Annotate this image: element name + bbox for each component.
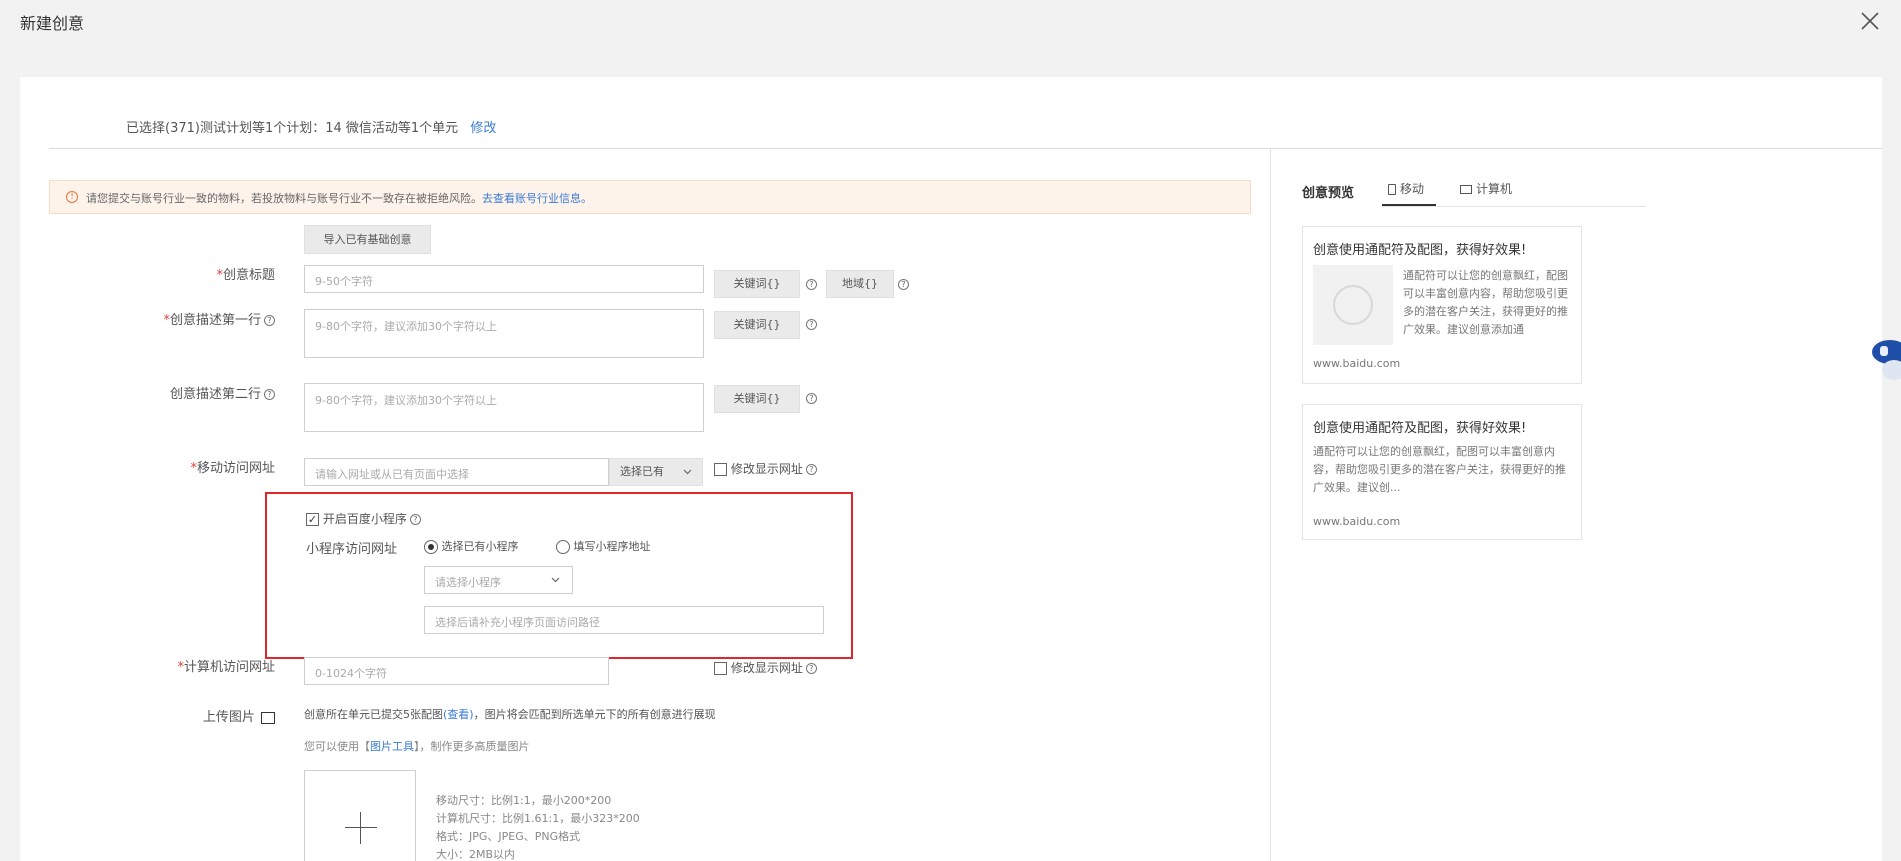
help-icon[interactable]: ?: [806, 393, 817, 404]
mobile-url-select[interactable]: 选择已有: [609, 458, 703, 486]
edit-selection-link[interactable]: 修改: [470, 121, 496, 136]
pc-url-label: *计算机访问网址: [177, 660, 275, 675]
industry-warning: ! 请您提交与账号行业一致的物料，若投放物料与账号行业不一致存在被拒绝风险。去查…: [49, 180, 1251, 214]
preview-tabs-line: [1382, 206, 1646, 207]
mini-program-path-input[interactable]: 选择后请补充小程序页面访问路径: [424, 606, 824, 634]
view-images-link[interactable]: (查看): [443, 708, 474, 721]
import-creative-button[interactable]: 导入已有基础创意: [304, 225, 431, 254]
active-tab-indicator: [1382, 204, 1436, 206]
image-help-icon[interactable]: [261, 711, 275, 724]
desc2-label: 创意描述第二行?: [45, 383, 275, 402]
radio-existing-mini-program[interactable]: 选择已有小程序: [424, 538, 519, 554]
help-icon[interactable]: ?: [806, 319, 817, 330]
radio-off[interactable]: [556, 540, 570, 554]
radio-on[interactable]: [424, 540, 438, 554]
mini-program-select[interactable]: 请选择小程序: [424, 566, 573, 594]
spec-size: 大小：2MB以内: [436, 848, 516, 861]
mini-program-checkbox[interactable]: [306, 513, 319, 526]
close-icon[interactable]: [1859, 10, 1881, 32]
chevron-down-icon: [683, 469, 692, 475]
tab-mobile[interactable]: 移动: [1388, 180, 1424, 197]
spec-mobile: 移动尺寸：比例1:1，最小200*200: [436, 794, 612, 807]
help-icon[interactable]: ?: [264, 389, 275, 400]
placeholder-image: [1313, 265, 1393, 345]
monitor-icon: [1460, 185, 1472, 194]
preview-card-url: www.baidu.com: [1313, 515, 1401, 528]
help-icon[interactable]: ?: [898, 279, 909, 290]
help-icon[interactable]: ?: [805, 663, 817, 674]
mini-program-toggle[interactable]: 开启百度小程序?: [306, 510, 421, 527]
help-icon[interactable]: ?: [264, 315, 275, 326]
help-icon[interactable]: ?: [806, 279, 817, 290]
selection-summary: 已选择(371)测试计划等1个计划：14 微信活动等1个单元 修改: [126, 117, 496, 136]
divider-vertical: [1270, 149, 1271, 861]
preview-card-desc: 通配符可以让您的创意飘红，配图可以丰富创意内容，帮助您吸引更多的潜在客户关注，获…: [1403, 269, 1568, 336]
modify-display-checkbox[interactable]: [714, 463, 727, 476]
desc1-keyword-button[interactable]: 关键词{}: [714, 311, 800, 339]
title-label: *创意标题: [216, 268, 275, 283]
preview-card-desc: 通配符可以让您的创意飘红，配图可以丰富创意内容，帮助您吸引更多的潜在客户关注，获…: [1313, 445, 1566, 494]
preview-card-text: 创意使用通配符及配图，获得好效果! 通配符可以让您的创意飘红，配图可以丰富创意内…: [1302, 404, 1582, 540]
help-icon[interactable]: ?: [409, 514, 421, 525]
selection-text: 已选择(371)测试计划等1个计划：14 微信活动等1个单元: [126, 121, 459, 136]
industry-info-link[interactable]: 去查看账号行业信息。: [482, 192, 592, 205]
spec-format: 格式：JPG、JPEG、PNG格式: [436, 830, 581, 843]
upload-image-button[interactable]: [304, 770, 416, 861]
preview-card-title: 创意使用通配符及配图，获得好效果!: [1313, 243, 1527, 258]
mobile-modify-display[interactable]: 修改显示网址?: [714, 460, 817, 477]
mobile-url-input[interactable]: 请输入网址或从已有页面中选择: [304, 458, 609, 486]
region-button[interactable]: 地域{}: [826, 270, 894, 298]
help-icon[interactable]: ?: [805, 464, 817, 475]
title-keyword-button[interactable]: 关键词{}: [714, 270, 800, 298]
modify-display-checkbox[interactable]: [714, 662, 727, 675]
image-tool-link[interactable]: 图片工具: [370, 740, 414, 753]
pc-modify-display[interactable]: 修改显示网址?: [714, 659, 817, 676]
title-input[interactable]: 9-50个字符: [304, 265, 704, 293]
desc2-keyword-button[interactable]: 关键词{}: [714, 385, 800, 413]
preview-card-with-image: 创意使用通配符及配图，获得好效果! 通配符可以让您的创意飘红，配图可以丰富创意内…: [1302, 226, 1582, 384]
upload-note: 创意所在单元已提交5张配图(查看)，图片将会匹配到所选单元下的所有创意进行展现: [304, 708, 716, 721]
divider: [49, 148, 1882, 149]
assistant-robot-icon[interactable]: [1866, 336, 1901, 386]
mobile-icon: [1388, 184, 1396, 195]
mobile-url-label: *移动访问网址: [190, 461, 275, 476]
warning-text: 请您提交与账号行业一致的物料，若投放物料与账号行业不一致存在被拒绝风险。: [86, 192, 482, 205]
upload-specs: 移动尺寸：比例1:1，最小200*200 计算机尺寸：比例1.61:1，最小32…: [436, 792, 640, 861]
tab-pc[interactable]: 计算机: [1460, 180, 1512, 197]
desc1-textarea[interactable]: 9-80个字符，建议添加30个字符以上: [304, 309, 704, 358]
mobile-url-select-label: 选择已有: [620, 465, 664, 478]
pc-url-input[interactable]: 0-1024个字符: [304, 657, 609, 685]
baidu-paw-icon: [1333, 285, 1373, 325]
spec-pc: 计算机尺寸：比例1.61:1，最小323*200: [436, 812, 640, 825]
radio-fill-mini-program[interactable]: 填写小程序地址: [556, 538, 651, 554]
dialog-header: [0, 0, 1901, 60]
upload-label: 上传图片: [45, 706, 275, 725]
mini-program-url-label: 小程序访问网址: [306, 542, 398, 557]
preview-title: 创意预览: [1302, 186, 1355, 201]
desc2-textarea[interactable]: 9-80个字符，建议添加30个字符以上: [304, 383, 704, 432]
desc1-label: *创意描述第一行?: [45, 309, 275, 328]
info-icon: !: [66, 191, 78, 203]
plus-icon: [345, 827, 377, 828]
dialog-title: 新建创意: [20, 14, 85, 33]
preview-card-url: www.baidu.com: [1313, 357, 1401, 370]
chevron-down-icon: [551, 577, 560, 583]
image-tool-note: 您可以使用【图片工具】，制作更多高质量图片: [304, 740, 530, 753]
preview-card-title: 创意使用通配符及配图，获得好效果!: [1313, 421, 1527, 436]
